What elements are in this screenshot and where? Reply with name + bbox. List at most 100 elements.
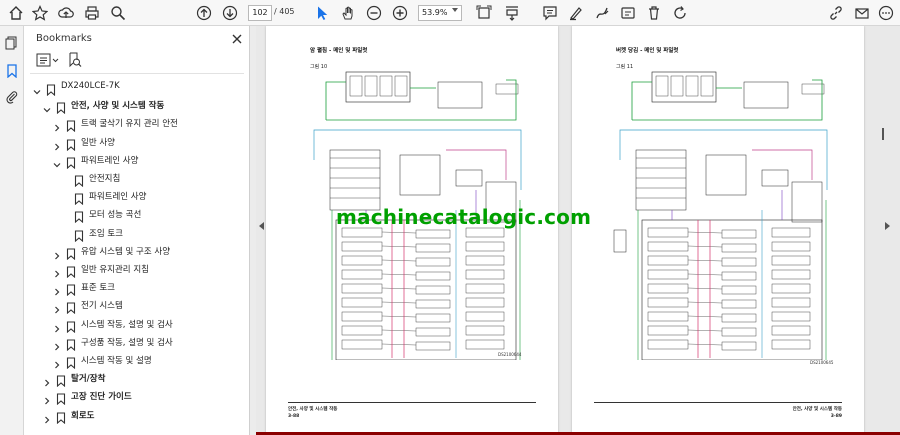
chevron-down-icon[interactable]: [52, 155, 62, 168]
delete-icon[interactable]: [644, 3, 664, 23]
bookmark-item[interactable]: 조임 토크: [24, 224, 244, 242]
bookmark-icon: [56, 99, 66, 115]
chevron-right-icon[interactable]: [52, 355, 62, 369]
rotate-icon[interactable]: [670, 3, 690, 23]
close-icon[interactable]: [230, 31, 244, 45]
divider: [30, 73, 244, 74]
stamp-icon[interactable]: [618, 3, 638, 23]
bookmark-item[interactable]: 파워트레인 사양: [24, 151, 244, 169]
bookmark-item[interactable]: 고장 진단 가이드: [24, 387, 244, 406]
chevron-right-icon[interactable]: [42, 391, 52, 405]
chevron-right-icon[interactable]: [52, 282, 62, 296]
prev-page-icon[interactable]: [194, 3, 214, 23]
select-cursor-icon[interactable]: [312, 3, 332, 23]
chevron-right-icon[interactable]: [52, 300, 62, 314]
chevron-right-icon[interactable]: [52, 246, 62, 260]
bookmark-item[interactable]: 안전, 사양 및 시스템 작동: [24, 96, 244, 115]
options-menu-icon[interactable]: [36, 52, 60, 68]
bookmark-label: 탈거/장착: [71, 374, 106, 385]
bookmark-icon: [66, 354, 76, 370]
document-viewer[interactable]: 암 펼침 - 메인 및 파일럿 그림 10 DS2100644 안전, 사양 및…: [256, 26, 900, 435]
bookmark-label: 고장 진단 가이드: [71, 392, 132, 403]
figure-label: 그림 10: [310, 64, 328, 70]
chevron-right-icon[interactable]: [52, 264, 62, 278]
bookmark-icon: [74, 208, 84, 224]
comment-icon[interactable]: [540, 3, 560, 23]
zoom-in-icon[interactable]: [390, 3, 410, 23]
bookmark-item[interactable]: 유압 시스템 및 구조 사양: [24, 242, 244, 260]
scroll-mode-icon[interactable]: [502, 3, 522, 23]
bookmark-item[interactable]: 시스템 작동 및 설명: [24, 351, 244, 370]
attachment-icon[interactable]: [3, 88, 21, 106]
chevron-right-icon[interactable]: [52, 137, 62, 151]
bookmark-icon: [66, 245, 76, 260]
upload-icon[interactable]: [56, 3, 76, 23]
next-page-icon[interactable]: [220, 3, 240, 23]
bookmark-item[interactable]: 시스템 작동, 설명 및 검사: [24, 315, 244, 333]
next-page-arrow-icon[interactable]: [885, 222, 890, 230]
page-total: / 405: [274, 7, 295, 16]
bookmark-label: 안전지침: [89, 174, 121, 184]
chevron-right-icon[interactable]: [52, 337, 62, 351]
fit-page-icon[interactable]: [474, 3, 494, 23]
highlight-icon[interactable]: [566, 3, 586, 23]
chevron-right-icon[interactable]: [42, 373, 52, 387]
bookmark-item[interactable]: 탈거/장착: [24, 369, 244, 388]
page-header: 버켓 당김 - 메인 및 파일럿: [616, 48, 679, 54]
email-icon[interactable]: [852, 3, 872, 23]
bookmark-item[interactable]: 회로도: [24, 406, 244, 424]
star-icon[interactable]: [30, 3, 50, 23]
hand-icon[interactable]: [338, 3, 358, 23]
bookmark-label: 파워트레인 사양: [81, 155, 139, 166]
bookmark-icon: [66, 263, 76, 279]
bookmark-icon: [66, 117, 76, 133]
bookmark-item[interactable]: 구성품 작동, 설명 및 검사: [24, 333, 244, 351]
chevron-right-icon[interactable]: [42, 410, 52, 424]
bookmark-tree: DX240LCE-7K 안전, 사양 및 시스템 작동 트랙 굴삭기 유지 관리 안…: [24, 78, 248, 434]
draw-icon[interactable]: [592, 3, 612, 23]
footer-page-number: 3-88: [288, 414, 300, 419]
bookmarks-panel: Bookmarks DX240LCE-7K 안전, 사양 및 시스템 작동 트랙 굴…: [24, 26, 250, 435]
bookmark-label: 유압 시스템 및 구조 사양: [81, 246, 171, 257]
bookmark-icon[interactable]: [3, 62, 21, 80]
prev-page-arrow-icon[interactable]: [259, 222, 264, 230]
zoom-out-icon[interactable]: [364, 3, 384, 23]
bookmark-item[interactable]: 일반 사양: [24, 133, 244, 151]
bookmark-icon: [74, 227, 84, 242]
link-icon[interactable]: [826, 3, 846, 23]
bookmark-item[interactable]: DX240LCE-7K: [24, 78, 244, 97]
bookmark-item[interactable]: 안전지침: [24, 169, 244, 188]
footer-title: 안전, 사양 및 시스템 작동: [792, 407, 842, 412]
pages-icon[interactable]: [3, 34, 21, 52]
chevron-down-icon[interactable]: [42, 100, 52, 113]
footer-rule: [594, 402, 842, 403]
bookmark-item[interactable]: 일반 유지관리 지침: [24, 260, 244, 279]
bookmark-icon: [74, 172, 84, 188]
figure-code: DS2100644: [498, 352, 522, 357]
bookmark-item[interactable]: 모터 성능 곡선: [24, 205, 244, 224]
chevron-down-icon[interactable]: [452, 8, 458, 12]
more-icon[interactable]: [876, 3, 896, 23]
bookmark-item[interactable]: 파워트레인 사양: [24, 187, 244, 206]
chevron-right-icon[interactable]: [52, 118, 62, 132]
bookmark-icon: [66, 318, 76, 333]
bookmark-search-icon[interactable]: [67, 52, 83, 68]
bookmark-item[interactable]: 전기 시스템: [24, 296, 244, 315]
bookmark-label: 일반 유지관리 지침: [81, 265, 149, 275]
bookmark-icon: [66, 299, 76, 315]
bookmark-label: 구성품 작동, 설명 및 검사: [81, 337, 173, 348]
print-icon[interactable]: [82, 3, 102, 23]
page-header: 암 펼침 - 메인 및 파일럿: [310, 48, 368, 54]
viewer-scrollbar[interactable]: [882, 128, 884, 140]
bookmark-label: 회로도: [71, 410, 95, 421]
bookmark-label: 일반 사양: [81, 137, 115, 148]
bookmark-label: 시스템 작동, 설명 및 검사: [81, 319, 173, 330]
bookmark-item[interactable]: 트랙 굴삭기 유지 관리 안전: [24, 114, 244, 133]
bookmark-item[interactable]: 표준 토크: [24, 278, 244, 297]
zoom-search-icon[interactable]: [108, 3, 128, 23]
bookmark-label: 모터 성능 곡선: [89, 210, 142, 221]
home-icon[interactable]: [6, 3, 26, 23]
chevron-right-icon[interactable]: [52, 319, 62, 333]
chevron-down-icon[interactable]: [32, 82, 42, 95]
page-number-input[interactable]: 102: [248, 5, 272, 21]
